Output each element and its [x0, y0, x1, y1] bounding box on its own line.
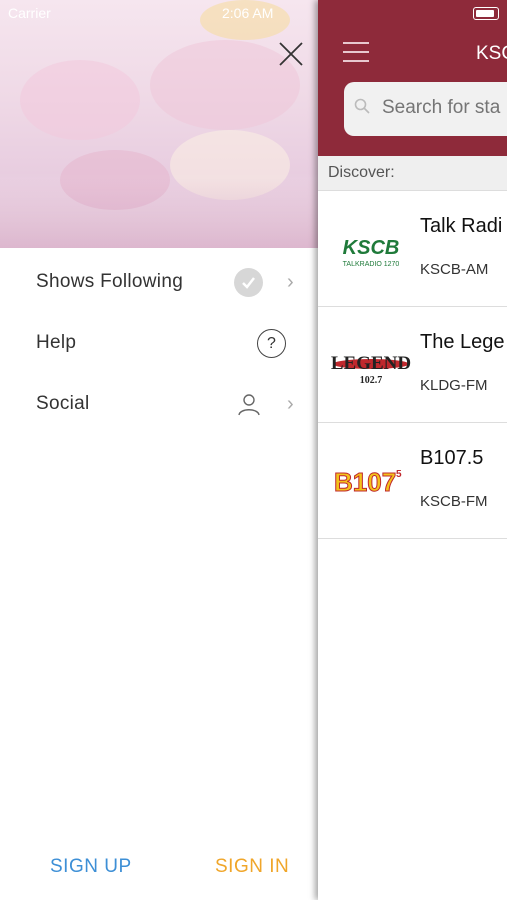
station-row-kldg-fm[interactable]: LEGEND 102.7 The Lege KLDG-FM — [318, 307, 507, 423]
app-title: KSCB — [476, 43, 507, 64]
status-time: 2:06 AM — [222, 5, 274, 21]
sign-up-button[interactable]: SIGN UP — [50, 856, 132, 878]
check-icon — [234, 268, 263, 297]
app-header: KSCB — [318, 0, 507, 156]
station-row-kscb-am[interactable]: KSCB TALKRADIO 1270 Talk Radi KSCB-AM — [318, 191, 507, 307]
kscb-logo: KSCB TALKRADIO 1270 — [343, 237, 400, 268]
sign-in-button[interactable]: SIGN IN — [215, 856, 289, 878]
station-call-sign: KSCB-FM — [420, 493, 488, 510]
chevron-right-icon: › — [287, 271, 294, 293]
station-name: Talk Radi — [420, 215, 503, 237]
menu-item-social[interactable]: Social › — [0, 377, 318, 433]
main-panel: KSCB Discover: KSCB TALKRADIO 1270 Talk … — [318, 0, 507, 900]
station-row-kscb-fm[interactable]: B107 5 B107.5 KSCB-FM — [318, 423, 507, 539]
menu-item-label: Help — [36, 332, 77, 353]
hamburger-menu-icon[interactable] — [343, 42, 369, 62]
menu-item-label: Social — [36, 393, 90, 414]
help-icon: ? — [257, 329, 286, 358]
menu-item-label: Shows Following — [36, 271, 184, 292]
station-call-sign: KLDG-FM — [420, 377, 488, 394]
b107-logo: B107 5 — [334, 467, 403, 498]
station-name: The Lege — [420, 331, 505, 353]
close-icon[interactable] — [275, 38, 307, 70]
search-icon — [354, 98, 370, 114]
side-drawer: Carrier 2:06 AM Shows Following › Help ?… — [0, 0, 318, 900]
menu-item-shows-following[interactable]: Shows Following › — [0, 255, 318, 311]
battery-icon — [473, 7, 499, 20]
logo-text: LEGEND — [331, 353, 411, 374]
drawer-header-image: Carrier 2:06 AM — [0, 0, 318, 248]
menu-item-help[interactable]: Help ? — [0, 316, 318, 372]
legend-logo: LEGEND 102.7 — [331, 353, 411, 386]
station-call-sign: KSCB-AM — [420, 261, 489, 278]
logo-subtext: TALKRADIO 1270 — [343, 261, 400, 268]
carrier-label: Carrier — [8, 5, 51, 21]
logo-text: KSCB — [343, 237, 400, 259]
logo-subtext: 5 — [396, 469, 402, 480]
logo-subtext: 102.7 — [360, 375, 383, 386]
search-bar[interactable] — [344, 82, 507, 136]
discover-section-header: Discover: — [318, 156, 507, 191]
discover-label: Discover: — [328, 164, 395, 181]
person-icon — [238, 394, 260, 416]
logo-text: B107 — [334, 467, 396, 497]
station-name: B107.5 — [420, 447, 484, 469]
chevron-right-icon: › — [287, 393, 294, 415]
search-input[interactable] — [380, 96, 507, 120]
